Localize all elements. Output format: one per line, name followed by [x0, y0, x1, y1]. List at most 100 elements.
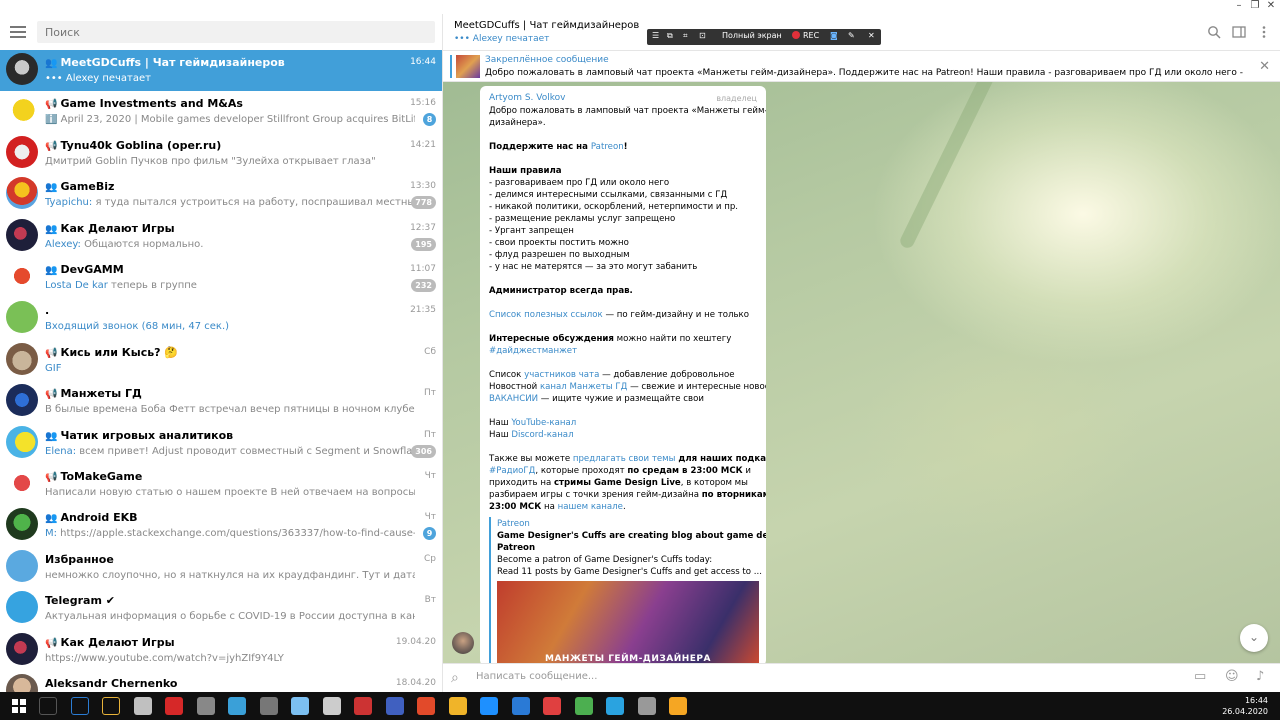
chat-title[interactable]: MeetGDCuffs | Чат геймдизайнеров	[454, 20, 639, 31]
taskbar: 16:44 26.04.2020	[0, 692, 1280, 720]
file-explorer-icon[interactable]	[133, 697, 152, 715]
app-icon[interactable]	[259, 697, 278, 715]
chat-preview: ℹ️ April 23, 2020 | Mobile games develop…	[45, 114, 415, 126]
message-input[interactable]: Написать сообщение...	[476, 671, 597, 682]
avatar	[6, 260, 38, 292]
chat-list-item[interactable]: 📢 Кись или Кысь? 🤔 Сб GIF	[0, 340, 442, 381]
app-icon[interactable]	[480, 697, 498, 715]
app-icon[interactable]	[165, 697, 183, 715]
pinned-message-bar[interactable]: Закреплённое сообщение Добро пожаловать …	[443, 51, 1280, 82]
compose-bar: ⌕ Написать сообщение... ▭ ☺ ♪	[443, 663, 1280, 692]
chat-list-item[interactable]: 📢 ToMakeGame Чт Написали новую статью о наш…	[0, 464, 442, 505]
chrome-icon[interactable]	[606, 697, 624, 715]
attach-icon[interactable]: ⌕	[451, 670, 459, 686]
link-preview[interactable]: Patreon Game Designer's Cuffs are creati…	[489, 517, 766, 666]
suggest-topics-link[interactable]: предлагать свои темы	[573, 454, 676, 464]
rec-button[interactable]: REC	[792, 31, 819, 40]
chat-preview: Дмитрий Goblin Пучков про фильм "Зулейха…	[45, 155, 376, 167]
owner-badge: владелец	[716, 94, 757, 103]
app-icon[interactable]	[511, 697, 530, 715]
useful-links-link[interactable]: Список полезных ссылок	[489, 310, 603, 320]
chat-list-item[interactable]: 📢 Манжеты ГД Пт В былые времена Боба Фетт в…	[0, 381, 442, 422]
chat-time: 12:37	[410, 222, 436, 233]
recorder-region-icon[interactable]: ⌗	[683, 31, 688, 41]
task-view-icon[interactable]	[70, 697, 89, 715]
minimize-button[interactable]: –	[1231, 0, 1247, 14]
scroll-down-icon[interactable]: ⌄	[1240, 624, 1268, 652]
message-line: 23:00 МСК на нашем канале.	[489, 502, 626, 512]
app-icon[interactable]	[322, 697, 341, 715]
pen-icon[interactable]: ✎	[848, 31, 855, 40]
close-window-button[interactable]: ✕	[1263, 0, 1279, 14]
radiogd-link[interactable]: #РадиоГД	[489, 466, 535, 476]
close-icon[interactable]: ✕	[1259, 59, 1270, 74]
telegram-icon[interactable]	[637, 697, 656, 715]
hashtag-link[interactable]: #дайджестманжет	[489, 346, 577, 356]
search-input[interactable]	[37, 21, 435, 43]
database-icon[interactable]	[291, 697, 309, 715]
message-line: Список полезных ссылок — по гейм-дизайну…	[489, 310, 749, 320]
chat-time: 16:44	[410, 57, 436, 67]
patreon-link[interactable]: Patreon	[591, 142, 624, 152]
chat-list-item[interactable]: 👥 Android EKB Чт M: https://apple.stackexch…	[0, 505, 442, 546]
sidebar-toggle-icon[interactable]	[1232, 25, 1246, 39]
discord-link[interactable]: Discord-канал	[511, 430, 573, 440]
emoji-icon[interactable]: ☺	[1225, 669, 1239, 684]
maximize-button[interactable]: ❐	[1247, 0, 1263, 14]
chat-list-item[interactable]: 📢 Как Делают Игры 19.04.20 https://www.yout…	[0, 630, 442, 671]
chat-time: 15:16	[410, 98, 436, 109]
chat-list-item[interactable]: Telegram ✔ Вт Актуальная информация о борь…	[0, 588, 442, 629]
chat-list-item[interactable]: Избранное Ср немножко слоупочно, но я натк…	[0, 547, 442, 588]
app-icon[interactable]	[354, 697, 372, 715]
camera-icon[interactable]: ◙	[830, 31, 838, 40]
chat-list-item[interactable]: 📢 Tynu40k Goblina (oper.ru) 14:21 Дмитрий G…	[0, 133, 442, 174]
chat-name: 👥 DevGAMM	[45, 263, 124, 276]
chat-preview: https://www.youtube.com/watch?v=jyhZIf9Y…	[45, 652, 284, 664]
app-icon[interactable]	[669, 697, 687, 715]
avatar	[6, 53, 38, 85]
recorder-menu-icon[interactable]: ☰	[652, 31, 659, 40]
app-icon[interactable]	[385, 697, 404, 715]
maps-icon[interactable]	[102, 697, 120, 715]
chat-preview: Tyapichu: я туда пытался устроиться на р…	[45, 197, 415, 209]
avatar[interactable]	[452, 632, 474, 654]
taskbar-clock[interactable]: 16:44 26.04.2020	[1222, 695, 1268, 717]
chat-name: 📢 Манжеты ГД	[45, 387, 142, 401]
chat-preview: Alexey: Общаются нормально.	[45, 238, 204, 250]
youtube-link[interactable]: YouTube-канал	[511, 418, 576, 428]
search-icon[interactable]	[1207, 25, 1221, 39]
our-channel-link[interactable]: нашем канале	[558, 502, 623, 512]
record-icon[interactable]	[196, 697, 215, 715]
chat-list-item[interactable]: Aleksandr Chernenko 18.04.20	[0, 671, 442, 692]
chat-list-item[interactable]: 👥 MeetGDCuffs | Чат геймдизайнеров 16:44 ••…	[0, 50, 442, 91]
message-sender[interactable]: Artyom S. Volkov	[489, 93, 565, 103]
preview-image[interactable]: МАНЖЕТЫ ГЕЙМ-ДИЗАЙНЕРА	[497, 581, 759, 666]
recorder-crop-icon[interactable]: ⊡	[699, 31, 706, 40]
hamburger-menu-icon[interactable]	[10, 23, 26, 41]
chat-time: Пт	[423, 429, 436, 440]
app-icon[interactable]	[543, 697, 561, 715]
chat-list-item[interactable]: 👥 Чатик игровых аналитиков Пт Elena: всем п…	[0, 423, 442, 464]
close-icon[interactable]: ✕	[868, 31, 875, 40]
chat-list-item[interactable]: . 21:35 Входящий звонок (68 мин, 47 сек.)	[0, 298, 442, 339]
chat-list-item[interactable]: 👥 GameBiz 13:30 Tyapichu: я туда пытался ус…	[0, 174, 442, 215]
chat-list-item[interactable]: 👥 Как Делают Игры 12:37 Alexey: Общаются но…	[0, 216, 442, 257]
message-bubble[interactable]: Artyom S. Volkov владелец Добро пожалова…	[480, 86, 766, 666]
clock-time: 16:44	[1244, 696, 1268, 705]
fullscreen-button[interactable]: Полный экран	[722, 31, 782, 40]
members-link[interactable]: участников чата	[524, 370, 599, 380]
chat-list-item[interactable]: 📢 Game Investments and M&As 15:16 ℹ️ April …	[0, 91, 442, 132]
more-options-icon[interactable]	[1257, 25, 1271, 39]
chat-list-item[interactable]: 👥 DevGAMM 11:07 Losta De kar теперь в групп…	[0, 257, 442, 298]
calculator-icon[interactable]	[228, 697, 246, 715]
bot-commands-icon[interactable]: ▭	[1194, 669, 1206, 684]
app-icon[interactable]	[574, 697, 593, 715]
recorder-window-icon[interactable]: ⧉	[667, 31, 673, 41]
windows-start-icon[interactable]	[12, 699, 26, 713]
search-icon[interactable]	[39, 697, 57, 715]
news-channel-link[interactable]: канал Манжеты ГД	[540, 382, 627, 392]
app-icon[interactable]	[417, 697, 435, 715]
chrome-icon[interactable]	[448, 697, 467, 715]
vacancies-link[interactable]: ВАКАНСИИ	[489, 394, 538, 404]
microphone-icon[interactable]: ♪	[1256, 669, 1264, 684]
